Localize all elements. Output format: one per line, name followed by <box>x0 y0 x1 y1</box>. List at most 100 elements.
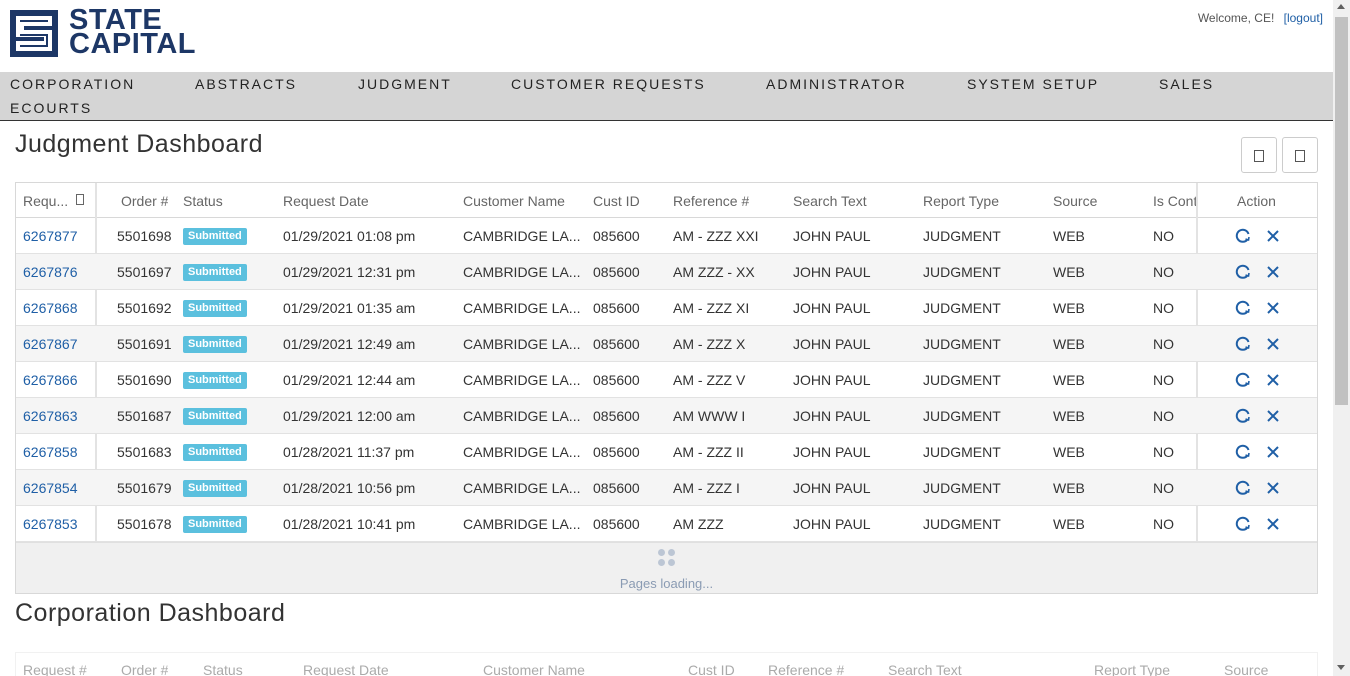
corporation-dashboard-title: Corporation Dashboard <box>15 599 286 627</box>
scroll-up-icon[interactable] <box>1337 4 1345 9</box>
logout-link[interactable]: [logout] <box>1284 11 1323 25</box>
nav-administrator[interactable]: ADMINISTRATOR <box>766 76 907 92</box>
order-number: 5501683 <box>117 444 172 460</box>
request-date: 01/28/2021 11:37 pm <box>283 444 415 460</box>
col-order[interactable]: Order # <box>121 662 168 676</box>
source: WEB <box>1053 408 1085 424</box>
close-icon[interactable] <box>1264 443 1282 461</box>
col-request-date[interactable]: Request Date <box>283 193 369 209</box>
refresh-icon[interactable] <box>1234 443 1252 461</box>
nav-corporation[interactable]: CORPORATION <box>10 76 135 92</box>
settings-button[interactable] <box>1282 137 1318 173</box>
table-row[interactable]: 6267866 5501690 Submitted 01/29/2021 12:44 … <box>16 362 1317 398</box>
table-row[interactable]: 6267868 5501692 Submitted 01/29/2021 01:35 … <box>16 290 1317 326</box>
loading-spinner-icon <box>656 549 678 571</box>
refresh-icon[interactable] <box>1234 299 1252 317</box>
col-is-cont[interactable]: Is Cont <box>1153 193 1197 209</box>
table-row[interactable]: 6267854 5501679 Submitted 01/28/2021 10:56 … <box>16 470 1317 506</box>
column-menu-icon[interactable] <box>76 194 84 205</box>
nav-sales[interactable]: SALES <box>1159 76 1214 92</box>
reference-number: AM - ZZZ X <box>673 336 746 352</box>
close-icon[interactable] <box>1264 515 1282 533</box>
customer-name: CAMBRIDGE LA... <box>463 408 581 424</box>
table-row[interactable]: 6267858 5501683 Submitted 01/28/2021 11:37 … <box>16 434 1317 470</box>
request-link[interactable]: 6267853 <box>23 516 78 532</box>
col-reference[interactable]: Reference # <box>673 193 749 209</box>
close-icon[interactable] <box>1264 407 1282 425</box>
col-cust-id[interactable]: Cust ID <box>593 193 640 209</box>
table-row[interactable]: 6267876 5501697 Submitted 01/29/2021 12:31 … <box>16 254 1317 290</box>
scroll-thumb[interactable] <box>1335 17 1348 405</box>
loading-area: Pages loading... <box>16 542 1317 593</box>
col-status[interactable]: Status <box>203 662 243 676</box>
refresh-icon[interactable] <box>1234 407 1252 425</box>
refresh-icon[interactable] <box>1234 263 1252 281</box>
close-icon[interactable] <box>1264 227 1282 245</box>
cust-id: 085600 <box>593 408 640 424</box>
refresh-icon[interactable] <box>1234 515 1252 533</box>
request-link[interactable]: 6267863 <box>23 408 78 424</box>
col-report-type[interactable]: Report Type <box>923 193 999 209</box>
table-row[interactable]: 6267877 5501698 Submitted 01/29/2021 01:08 … <box>16 218 1317 254</box>
request-link[interactable]: 6267858 <box>23 444 78 460</box>
col-order[interactable]: Order # <box>121 193 168 209</box>
search-text: JOHN PAUL <box>793 444 871 460</box>
col-cust-id[interactable]: Cust ID <box>688 662 735 676</box>
refresh-icon[interactable] <box>1234 335 1252 353</box>
request-link[interactable]: 6267876 <box>23 264 78 280</box>
col-request[interactable]: Requ... <box>23 193 68 209</box>
order-number: 5501692 <box>117 300 172 316</box>
request-link[interactable]: 6267877 <box>23 228 78 244</box>
report-type: JUDGMENT <box>923 480 1001 496</box>
col-request-date[interactable]: Request Date <box>303 662 389 676</box>
refresh-icon[interactable] <box>1234 227 1252 245</box>
customer-name: CAMBRIDGE LA... <box>463 444 581 460</box>
col-search-text[interactable]: Search Text <box>888 662 962 676</box>
table-row[interactable]: 6267863 5501687 Submitted 01/29/2021 12:00 … <box>16 398 1317 434</box>
close-icon[interactable] <box>1264 299 1282 317</box>
col-source[interactable]: Source <box>1224 662 1268 676</box>
col-report-type[interactable]: Report Type <box>1094 662 1170 676</box>
status-badge: Submitted <box>183 228 247 245</box>
request-link[interactable]: 6267867 <box>23 336 78 352</box>
request-date: 01/29/2021 01:08 pm <box>283 228 416 244</box>
refresh-icon[interactable] <box>1234 479 1252 497</box>
is-cont: NO <box>1153 228 1174 244</box>
reference-number: AM - ZZZ I <box>673 480 740 496</box>
col-status[interactable]: Status <box>183 193 223 209</box>
nav-judgment[interactable]: JUDGMENT <box>358 76 452 92</box>
col-search-text[interactable]: Search Text <box>793 193 867 209</box>
customer-name: CAMBRIDGE LA... <box>463 480 581 496</box>
request-date: 01/29/2021 12:31 pm <box>283 264 416 280</box>
report-type: JUDGMENT <box>923 300 1001 316</box>
col-reference[interactable]: Reference # <box>768 662 844 676</box>
table-row[interactable]: 6267853 5501678 Submitted 01/28/2021 10:41 … <box>16 506 1317 542</box>
col-customer-name[interactable]: Customer Name <box>463 193 565 209</box>
source: WEB <box>1053 516 1085 532</box>
request-link[interactable]: 6267854 <box>23 480 78 496</box>
logo-text: STATE CAPITAL <box>69 6 196 59</box>
col-source[interactable]: Source <box>1053 193 1097 209</box>
refresh-icon[interactable] <box>1234 371 1252 389</box>
close-icon[interactable] <box>1264 263 1282 281</box>
page-scrollbar[interactable] <box>1333 0 1350 676</box>
export-button[interactable] <box>1241 137 1277 173</box>
close-icon[interactable] <box>1264 335 1282 353</box>
nav-ecourts[interactable]: ECOURTS <box>10 100 92 116</box>
nav-customer-requests[interactable]: CUSTOMER REQUESTS <box>511 76 706 92</box>
request-link[interactable]: 6267868 <box>23 300 78 316</box>
status-badge: Submitted <box>183 408 247 425</box>
col-customer-name[interactable]: Customer Name <box>483 662 585 676</box>
report-type: JUDGMENT <box>923 228 1001 244</box>
state-capital-logo[interactable]: STATE CAPITAL <box>10 6 232 59</box>
table-row[interactable]: 6267867 5501691 Submitted 01/29/2021 12:49 … <box>16 326 1317 362</box>
nav-abstracts[interactable]: ABSTRACTS <box>195 76 297 92</box>
close-icon[interactable] <box>1264 371 1282 389</box>
request-link[interactable]: 6267866 <box>23 372 78 388</box>
nav-system-setup[interactable]: SYSTEM SETUP <box>967 76 1099 92</box>
col-request[interactable]: Request # <box>23 662 87 676</box>
reference-number: AM WWW I <box>673 408 746 424</box>
reference-number: AM - ZZZ XI <box>673 300 750 316</box>
scroll-down-icon[interactable] <box>1337 665 1345 670</box>
close-icon[interactable] <box>1264 479 1282 497</box>
